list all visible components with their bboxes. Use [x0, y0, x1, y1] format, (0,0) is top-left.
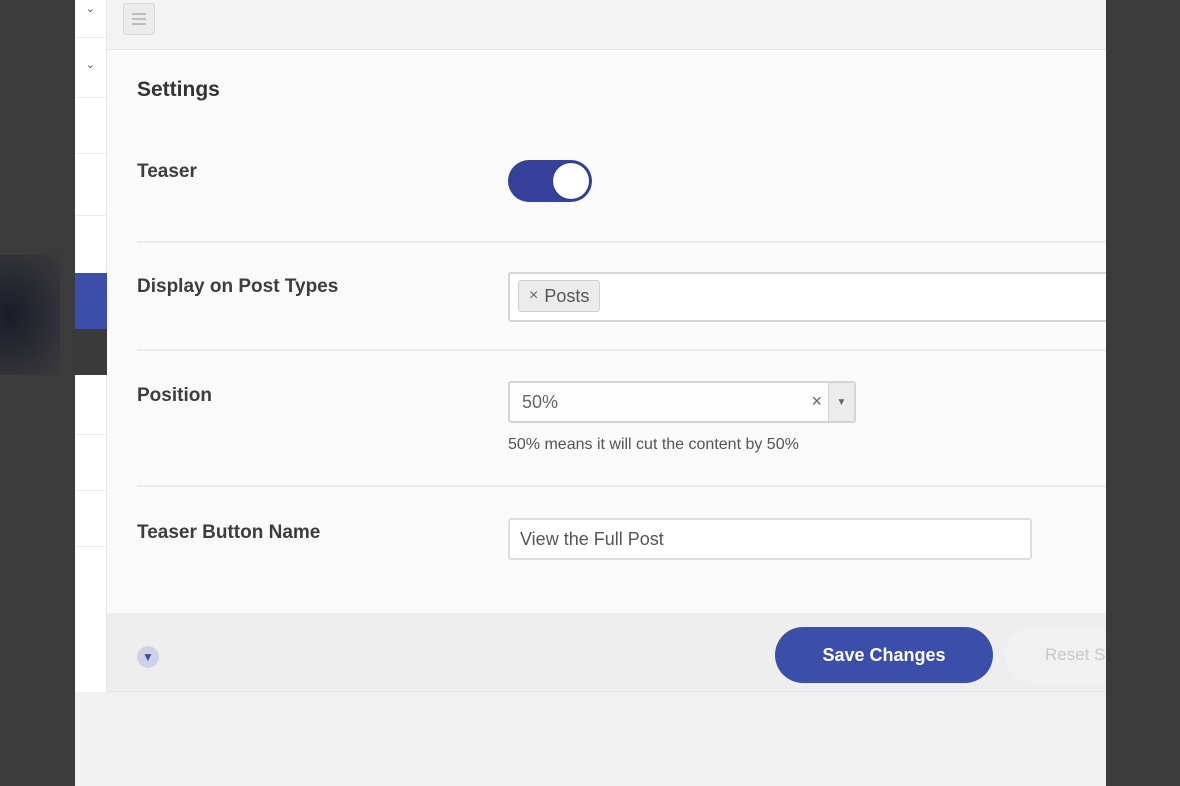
position-select[interactable]: 50% × ▼: [508, 381, 856, 423]
chevron-down-icon: ⌄: [85, 59, 95, 71]
menu-item[interactable]: ⌄: [75, 0, 107, 38]
menu-item-active[interactable]: [75, 273, 107, 329]
settings-footer: ▼ Save Changes Reset S: [107, 613, 1106, 692]
position-help-text: 50% means it will cut the content by 50%: [508, 436, 799, 453]
panel-title: Settings: [137, 78, 220, 101]
menu-item[interactable]: [75, 435, 107, 491]
divider: [137, 485, 1106, 487]
chip-label: Posts: [544, 286, 590, 306]
plugin-logo-icon: ▼: [137, 646, 159, 668]
chevron-down-icon[interactable]: ▼: [828, 383, 854, 421]
screen: ⌄ ⌄ Settings Teaser Display on Post Type…: [0, 0, 1180, 786]
teaser-label: Teaser: [137, 161, 197, 182]
clear-icon[interactable]: ×: [811, 391, 822, 412]
save-changes-button[interactable]: Save Changes: [775, 627, 993, 683]
divider: [137, 349, 1106, 351]
menu-item[interactable]: [75, 98, 107, 154]
teaser-toggle[interactable]: [508, 160, 592, 202]
menu-item[interactable]: [75, 375, 107, 435]
menu-item[interactable]: [75, 154, 107, 216]
menu-item[interactable]: [75, 491, 107, 547]
menu-icon[interactable]: [123, 3, 155, 35]
post-type-chip: × Posts: [518, 280, 601, 312]
teaser-button-name-input[interactable]: [508, 518, 1032, 560]
submenu-item[interactable]: [75, 329, 107, 375]
chevron-down-icon: ⌄: [85, 3, 95, 15]
top-bar: [107, 0, 1106, 50]
button-name-label: Teaser Button Name: [137, 522, 321, 543]
admin-menu-strip: ⌄ ⌄: [75, 0, 107, 692]
reset-button[interactable]: Reset S: [1005, 627, 1106, 683]
blurred-background: [0, 255, 60, 375]
page-background: [1106, 0, 1180, 786]
settings-window: ⌄ ⌄ Settings Teaser Display on Post Type…: [75, 0, 1106, 786]
post-types-multiselect[interactable]: × Posts: [508, 272, 1106, 322]
post-types-label: Display on Post Types: [137, 276, 339, 297]
divider: [137, 241, 1106, 243]
position-value: 50%: [522, 392, 559, 412]
menu-item[interactable]: ⌄: [75, 38, 107, 98]
settings-panel: Settings Teaser Display on Post Types × …: [107, 50, 1106, 613]
toggle-knob: [553, 163, 589, 199]
chip-remove-icon[interactable]: ×: [529, 281, 538, 311]
position-label: Position: [137, 385, 212, 406]
